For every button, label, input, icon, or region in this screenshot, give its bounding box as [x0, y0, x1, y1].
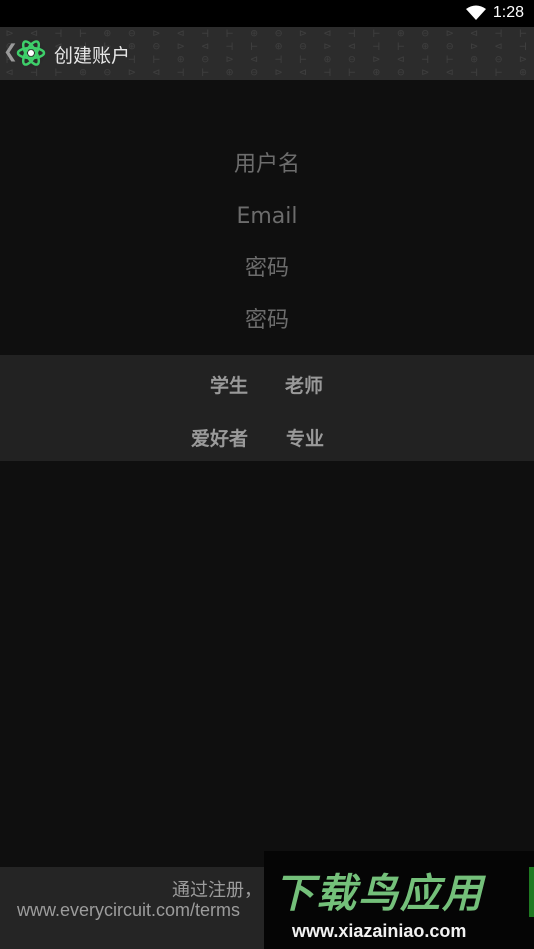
signup-form [0, 138, 534, 346]
role-teacher-option[interactable]: 老师 [285, 371, 323, 398]
page-title: 创建账户 [54, 45, 131, 67]
role-professional-option[interactable]: 专业 [286, 424, 324, 451]
password-input[interactable] [115, 242, 419, 294]
wifi-icon [466, 5, 486, 20]
role-student-option[interactable]: 学生 [210, 371, 248, 398]
watermark-url: www.xiazainiao.com [292, 921, 467, 941]
email-input[interactable] [115, 190, 419, 242]
watermark: 下载鸟应用 www.xiazainiao.com [264, 851, 534, 949]
watermark-text: 下载鸟应用 [274, 871, 484, 917]
role-selector: 学生 老师 爱好者 专业 [0, 355, 534, 461]
username-input[interactable] [115, 138, 419, 190]
role-hobbyist-option[interactable]: 爱好者 [191, 424, 248, 451]
action-bar: ⊳ ⊲ ⊣ ⊢ ⊕ ⊖ ⊳ ⊲ ⊣ ⊢ ⊕ ⊖ ⊳ ⊲ ⊣ ⊢ ⊕ ⊖ ⊳ ⊲ … [0, 27, 534, 80]
status-time: 1:28 [492, 4, 524, 21]
terms-text: 通过注册， [172, 880, 262, 901]
terms-link[interactable]: www.everycircuit.com/terms [17, 900, 240, 921]
app-logo-icon[interactable] [15, 37, 47, 69]
status-bar: 1:28 [0, 0, 534, 27]
confirm-password-input[interactable] [115, 294, 419, 346]
watermark-accent [529, 867, 534, 917]
